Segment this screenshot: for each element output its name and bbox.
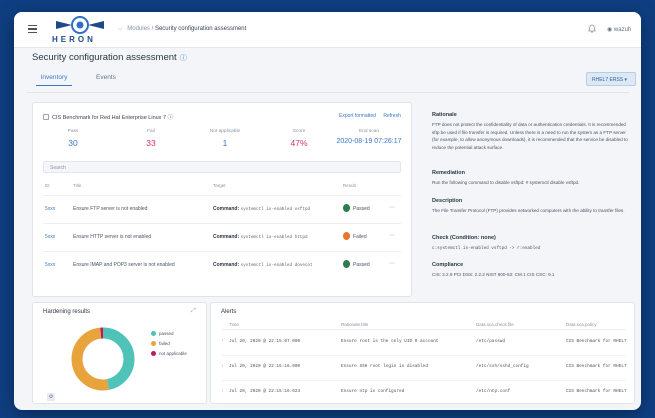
checkbox-icon[interactable] — [43, 114, 49, 120]
row-result: Failed — [343, 232, 367, 240]
expand-row-icon[interactable]: › — [221, 339, 224, 344]
user-icon: ◉ — [607, 27, 614, 33]
row-id[interactable]: 5xxx — [45, 234, 55, 240]
col-time[interactable]: Time — [229, 322, 239, 327]
inventory-actions: Export formatted Refresh — [333, 113, 401, 119]
check-section: Check (Condition: none) c:systemctl is-e… — [432, 235, 632, 253]
logo[interactable]: HERON — [44, 15, 114, 45]
breadcrumb-modules[interactable]: Modules — [127, 26, 150, 32]
check-text: c:systemctl is-enabled vsftpd -> r:enabl… — [432, 246, 541, 251]
menu-icon[interactable] — [28, 25, 37, 33]
hardening-results-card: Hardening results ⤢ passed failed not ap… — [32, 302, 207, 404]
table-row[interactable]: 5xxx Ensure FTP server is not enabled Co… — [43, 195, 401, 221]
stat-fail: Fail 33 — [146, 129, 156, 148]
row-result: Passed — [343, 260, 370, 268]
policy-select[interactable]: RHEL7 ERSS ▾ — [586, 72, 636, 86]
search-input[interactable]: Search — [43, 161, 401, 173]
row-id[interactable]: 5xxx — [45, 262, 55, 268]
refresh-button[interactable]: Refresh — [383, 113, 401, 119]
col-id[interactable]: ID — [45, 183, 50, 188]
alert-row[interactable]: › Jul 20, 2020 @ 22:15:16.024 Ensure ntp… — [221, 381, 627, 406]
alert-row[interactable]: › Jul 20, 2020 @ 22:15:07.000 Ensure roo… — [221, 331, 627, 356]
expand-row-icon[interactable]: › — [221, 389, 224, 394]
rationale-section: Rationale FTP does not protect the confi… — [432, 112, 632, 151]
inventory-card: CIS Benchmark for Red Hat Enterprise Lin… — [32, 102, 412, 297]
row-target: Command: systemctl is-enabled httpd — [213, 234, 308, 240]
row-title: Ensure HTTP server is not enabled — [73, 234, 152, 240]
tabs-divider — [26, 92, 629, 93]
alerts-title: Alerts — [221, 309, 237, 315]
table-row[interactable]: 5xxx Ensure IMAP and POP3 server is not … — [43, 251, 401, 277]
description-section: Description The File Transfer Protocol (… — [432, 198, 632, 215]
hardening-title: Hardening results — [43, 309, 91, 315]
compliance-text: CIS: 2.2.9 PCI DSS: 2.2.2 NIST 800-53: C… — [432, 272, 555, 277]
expand-icon[interactable]: ⤢ — [191, 308, 196, 315]
legend-item[interactable]: passed — [151, 331, 187, 336]
col-result[interactable]: Result — [343, 183, 356, 188]
tab-events[interactable]: Events — [96, 74, 116, 85]
col-target[interactable]: Target — [213, 183, 226, 188]
policy-name: CIS Benchmark for Red Hat Enterprise Lin… — [52, 115, 167, 121]
top-bar: HERON ⌵ Modules / Security configuration… — [14, 12, 641, 48]
check-title: Check (Condition: none) — [432, 235, 496, 241]
row-id[interactable]: 5xxx — [45, 206, 55, 212]
stat-pass: Pass 30 — [67, 129, 79, 148]
export-button[interactable]: Export formatted — [339, 113, 376, 119]
select-value: RHEL7 ERSS — [592, 77, 624, 83]
stat-end-scan: End scan 2020-08-19 07:26:17 — [336, 129, 402, 145]
description-title: Description — [432, 198, 463, 204]
alerts-card: Alerts Time Rationale.title Data.sca.che… — [210, 302, 635, 406]
alerts-table-header: Time Rationale.title Data.sca.check.file… — [221, 320, 626, 330]
breadcrumb-current: Security configuration assessment — [154, 26, 247, 32]
legend-item[interactable]: not applicable — [151, 351, 187, 356]
stat-not-applicable: Not applicable 1 — [209, 129, 241, 148]
donut-chart — [71, 327, 135, 391]
more-icon[interactable]: ⋯ — [389, 260, 395, 267]
alert-row[interactable]: › Jul 20, 2020 @ 22:15:16.000 Ensure SSH… — [221, 356, 627, 381]
compliance-title: Compliance — [432, 262, 464, 268]
bell-icon[interactable] — [588, 24, 596, 33]
more-icon[interactable]: ⋯ — [389, 204, 395, 211]
remediation-title: Remediation — [432, 170, 466, 176]
user-name: wazuh — [613, 27, 632, 33]
policy-header: CIS Benchmark for Red Hat Enterprise Lin… — [43, 113, 173, 121]
warning-circle-icon — [343, 232, 350, 240]
compliance-section: Compliance CIS: 2.2.9 PCI DSS: 2.2.2 NIS… — [432, 262, 632, 279]
page-title: Security configuration assessment ⓘ — [32, 52, 187, 63]
row-title: Ensure IMAP and POP3 server is not enabl… — [73, 262, 175, 268]
stat-score: Score 47% — [290, 129, 308, 148]
expand-row-icon[interactable]: › — [221, 364, 224, 369]
check-details-panel: Rationale FTP does not protect the confi… — [418, 102, 635, 297]
table-row[interactable]: 5xxx Ensure HTTP server is not enabled C… — [43, 223, 401, 249]
rationale-text: FTP does not protect the confidentiality… — [432, 122, 628, 150]
row-result: Passed — [343, 204, 370, 212]
row-title: Ensure FTP server is not enabled — [73, 206, 148, 212]
col-policy[interactable]: Data.sca.policy — [566, 322, 597, 327]
row-target: Command: systemctl is-enabled vsftpd — [213, 206, 311, 212]
tab-inventory[interactable]: Inventory — [36, 74, 72, 86]
remediation-text: Run the following command to disable vsf… — [432, 180, 580, 185]
breadcrumb: ⌵ Modules / Security configuration asses… — [118, 26, 247, 32]
col-check-file[interactable]: Data.sca.check.file — [476, 322, 514, 327]
logo-text: HERON — [52, 35, 96, 44]
chevron-icon: ⌵ — [118, 26, 123, 32]
col-rationale-title[interactable]: Rationale.title — [341, 322, 368, 327]
rationale-title: Rationale — [432, 112, 457, 118]
chevron-down-icon: ▾ — [624, 77, 628, 83]
more-icon[interactable]: ⋯ — [389, 232, 395, 239]
row-target: Command: systemctl is-enabled dovecot — [213, 262, 313, 268]
col-title[interactable]: Title — [73, 183, 81, 188]
chart-legend: passed failed not applicable — [151, 331, 187, 361]
check-shield-icon — [343, 260, 350, 268]
table-header: ID Title Target Result — [43, 183, 401, 195]
info-icon[interactable]: ⓘ — [168, 115, 174, 121]
legend-item[interactable]: failed — [151, 341, 187, 346]
description-text: The File Transfer Protocol (FTP) provide… — [432, 208, 625, 213]
info-icon[interactable]: ⓘ — [180, 55, 187, 62]
app-window: HERON ⌵ Modules / Security configuration… — [14, 12, 641, 410]
settings-icon[interactable]: ⚙ — [47, 393, 55, 401]
user-menu[interactable]: ◉ wazuh — [607, 26, 631, 33]
remediation-section: Remediation Run the following command to… — [432, 170, 632, 187]
check-shield-icon — [343, 204, 350, 212]
